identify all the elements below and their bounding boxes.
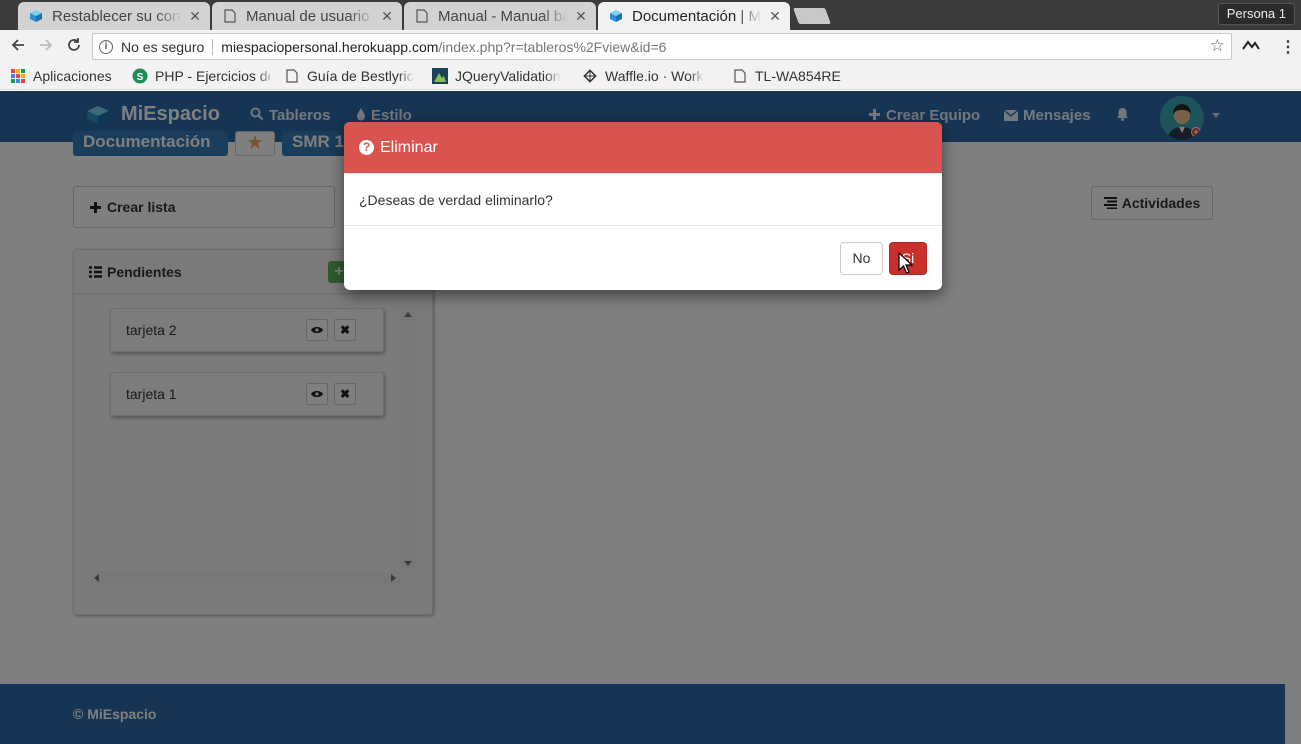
page-icon [414, 8, 430, 24]
url-path: /index.php?r=tableros%2Fview&id=6 [438, 38, 667, 55]
tab-title: Restablecer su contraseña [52, 7, 182, 25]
apps-icon [10, 68, 26, 84]
bookmark-label: Waffle.io · Work [605, 68, 704, 84]
url-host: miespaciopersonal.herokuapp.com [221, 38, 439, 55]
extension-icon[interactable] [1242, 38, 1260, 54]
back-arrow-icon[interactable] [8, 37, 28, 57]
bookmark-label: TL-WA854RE [755, 68, 841, 84]
dialog-message: ¿Deseas de verdad eliminarlo? [359, 191, 553, 208]
dialog-title: Eliminar [380, 138, 438, 156]
bookmark-label: JQueryValidation [455, 68, 561, 84]
bookmark-php[interactable]: S PHP - Ejercicios de [132, 62, 270, 90]
no-button[interactable]: No [840, 242, 883, 275]
cube-favicon [28, 8, 44, 24]
bookmarks-bar: Aplicaciones S PHP - Ejercicios de Guía … [0, 62, 1301, 90]
close-tab-icon[interactable]: ✕ [574, 8, 588, 25]
close-tab-icon[interactable]: ✕ [768, 8, 782, 25]
tab-title: Documentación | MiEspacio [632, 7, 762, 25]
tab-title: Manual de usuario [246, 7, 370, 25]
new-tab-button[interactable] [793, 8, 831, 24]
bookmark-label: PHP - Ejercicios de [155, 68, 270, 84]
reload-icon[interactable] [64, 37, 84, 57]
omnibox-separator [212, 38, 214, 55]
page-icon [732, 68, 748, 84]
dialog-body: ¿Deseas de verdad eliminarlo? [344, 174, 942, 226]
dialog-header: ? Eliminar [344, 122, 942, 174]
close-tab-icon[interactable]: ✕ [380, 8, 394, 25]
bookmark-apps[interactable]: Aplicaciones [10, 62, 112, 90]
address-bar[interactable]: i No es seguro miespaciopersonal.herokua… [92, 33, 1232, 60]
mouse-cursor-icon [898, 252, 914, 274]
dialog-footer: No Si [344, 226, 942, 290]
tab-title: Manual - Manual básico [438, 7, 568, 25]
bookmark-jqueryvalidation[interactable]: JQueryValidation [432, 62, 570, 90]
browser-tab[interactable]: Manual - Manual básico ✕ [404, 2, 596, 30]
cube-favicon [608, 8, 624, 24]
jquery-icon [432, 68, 448, 84]
bookmark-tl-wa854re[interactable]: TL-WA854RE [732, 62, 841, 90]
menu-dots-icon[interactable]: ⋮ [1280, 37, 1296, 57]
php-icon: S [132, 68, 148, 84]
browser-tab-active[interactable]: Documentación | MiEspacio ✕ [598, 2, 790, 30]
close-tab-icon[interactable]: ✕ [188, 8, 202, 25]
page-icon [222, 8, 238, 24]
profile-button[interactable]: Persona 1 [1217, 3, 1295, 25]
info-icon[interactable]: i [99, 39, 113, 54]
bookmark-label: Guía de Bestlyric [307, 68, 414, 84]
bookmark-waffle[interactable]: Waffle.io · Work [582, 62, 718, 90]
security-label: No es seguro [121, 38, 205, 55]
browser-tabstrip: Restablecer su contraseña ✕ Manual de us… [0, 0, 1301, 30]
page-icon [284, 68, 300, 84]
waffle-icon [582, 68, 598, 84]
browser-tab[interactable]: Restablecer su contraseña ✕ [18, 2, 210, 30]
bookmark-star-icon[interactable]: ☆ [1210, 36, 1225, 56]
browser-tab[interactable]: Manual de usuario ✕ [212, 2, 402, 30]
bookmark-label: Aplicaciones [33, 68, 112, 84]
question-icon: ? [359, 140, 374, 155]
svg-text:S: S [137, 72, 144, 83]
browser-toolbar: i No es seguro miespaciopersonal.herokua… [0, 30, 1301, 62]
bookmark-bestlyric[interactable]: Guía de Bestlyric [284, 62, 420, 90]
forward-arrow-icon[interactable] [36, 37, 56, 57]
delete-dialog: ? Eliminar ¿Deseas de verdad eliminarlo?… [344, 122, 942, 290]
